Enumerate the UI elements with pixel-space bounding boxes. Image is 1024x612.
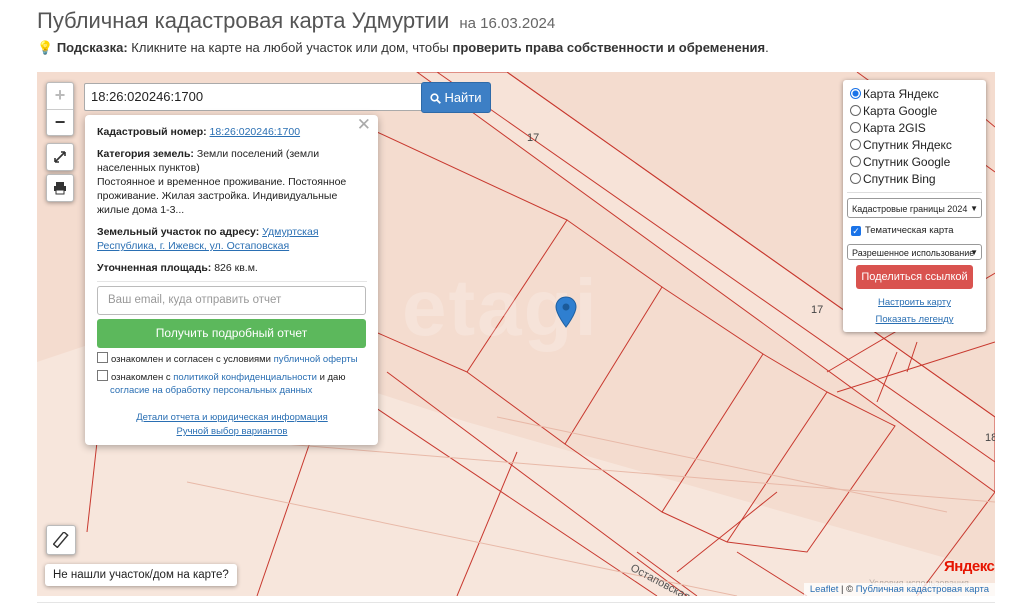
parcel-number: 17 (811, 304, 824, 316)
usage-select[interactable]: Разрешенное использование ▼ (847, 244, 982, 260)
attribution-sep: | © (841, 584, 854, 595)
agree-privacy[interactable]: ознакомлен с политикой конфиденциальност… (97, 370, 367, 397)
offer-checkbox[interactable] (97, 352, 108, 363)
offer-link[interactable]: публичной оферты (274, 354, 358, 365)
legend-link[interactable]: Показать легенду (843, 314, 986, 325)
configure-map-link[interactable]: Настроить карту (843, 297, 986, 308)
parcel-popup: ✕ Кадастровый номер: 18:26:020246:1700 К… (85, 115, 378, 445)
agree-privacy-mid: и даю (319, 372, 346, 383)
search-button-label: Найти (444, 90, 482, 105)
bulb-icon: 💡 (37, 40, 54, 55)
layer-option[interactable]: Спутник Google (850, 154, 950, 170)
category-label: Категория земель: (97, 148, 194, 160)
map-marker-icon[interactable] (555, 296, 577, 333)
cadastral-link[interactable]: 18:26:020246:1700 (210, 126, 301, 138)
address-label: Земельный участок по адресу: (97, 226, 260, 238)
parcel-number: 18 (985, 432, 995, 444)
page-title: Публичная кадастровая карта Удмуртии на … (37, 8, 555, 34)
yandex-logo: Яндекс (944, 558, 995, 575)
layers-panel: Карта Яндекс Карта Google Карта 2GIS Спу… (843, 80, 986, 332)
usage-text: Постоянное и временное проживание. Посто… (97, 176, 347, 216)
thematic-checkbox[interactable]: ✓ (851, 226, 861, 236)
layer-option[interactable]: Карта 2GIS (850, 120, 926, 136)
footer-divider (37, 602, 995, 603)
layer-radio[interactable] (850, 105, 861, 116)
agree-privacy-text: ознакомлен с (111, 372, 171, 383)
layer-radio[interactable] (850, 173, 861, 184)
close-icon[interactable]: ✕ (357, 116, 371, 133)
report-button[interactable]: Получить подробный отчет (97, 319, 366, 348)
layer-radio[interactable] (850, 139, 861, 150)
layer-radio[interactable] (850, 156, 861, 167)
fullscreen-button[interactable] (46, 143, 74, 171)
ruler-icon (53, 532, 69, 548)
hint-label: Подсказка: (56, 40, 128, 55)
area-value: 826 кв.м. (214, 262, 258, 274)
privacy-checkbox[interactable] (97, 370, 108, 381)
share-button[interactable]: Поделиться ссылкой (856, 265, 973, 289)
parcel-number: 17 (527, 132, 540, 144)
zoom-in-icon[interactable]: + (47, 83, 73, 110)
agree-offer-text: ознакомлен и согласен с условиями (111, 354, 271, 365)
layer-option[interactable]: Карта Яндекс (850, 86, 939, 102)
layer-radio[interactable] (850, 122, 861, 133)
search-input[interactable]: 18:26:020246:1700 (84, 83, 425, 111)
manual-select-link[interactable]: Ручной выбор вариантов (177, 426, 288, 437)
email-field[interactable]: Ваш email, куда отправить отчет (97, 286, 366, 315)
not-found-button[interactable]: Не нашли участок/дом на карте? (45, 564, 237, 586)
zoom-out-icon[interactable]: − (47, 110, 73, 136)
hint-bold-text: проверить права собственности и обремене… (452, 40, 766, 55)
print-button[interactable] (46, 174, 74, 202)
chevron-down-icon: ▼ (970, 204, 978, 213)
map[interactable]: etagi + − 18:26:020246:1700 Найти ✕ Када… (37, 72, 995, 596)
ruler-button[interactable] (46, 525, 76, 555)
layer-radio[interactable] (850, 88, 861, 99)
search-button[interactable]: Найти (421, 82, 491, 113)
privacy-link[interactable]: политикой конфиденциальности (173, 372, 317, 383)
thematic-toggle[interactable]: ✓ Тематическая карта (851, 224, 953, 238)
chevron-down-icon: ▼ (970, 248, 978, 257)
title-date: на 16.03.2024 (459, 15, 556, 32)
consent-link[interactable]: согласие на обработку персональных данны… (110, 385, 312, 396)
hint-text: Кликните на карте на любой участок или д… (131, 40, 449, 55)
source-link[interactable]: Публичная кадастровая карта (856, 584, 989, 595)
title-text: Публичная кадастровая карта Удмуртии (37, 8, 450, 33)
cadastral-label: Кадастровый номер: (97, 126, 207, 138)
search-icon (430, 85, 442, 114)
layer-option[interactable]: Карта Google (850, 103, 937, 119)
fullscreen-icon (54, 151, 66, 163)
print-icon (54, 182, 66, 195)
attribution: Leaflet | © Публичная кадастровая карта (803, 583, 995, 596)
area-label: Уточненная площадь: (97, 262, 212, 274)
boundary-select[interactable]: Кадастровые границы 2024 ▼ (847, 198, 982, 218)
layer-option[interactable]: Спутник Bing (850, 171, 936, 187)
agree-offer[interactable]: ознакомлен и согласен с условиями публич… (97, 352, 367, 366)
details-link[interactable]: Детали отчета и юридическая информация (136, 412, 328, 423)
hint-line: 💡 Подсказка: Кликните на карте на любой … (37, 40, 769, 56)
leaflet-link[interactable]: Leaflet (810, 584, 839, 595)
zoom-control: + − (46, 82, 74, 136)
layer-option[interactable]: Спутник Яндекс (850, 137, 952, 153)
hint-end: . (765, 40, 769, 55)
